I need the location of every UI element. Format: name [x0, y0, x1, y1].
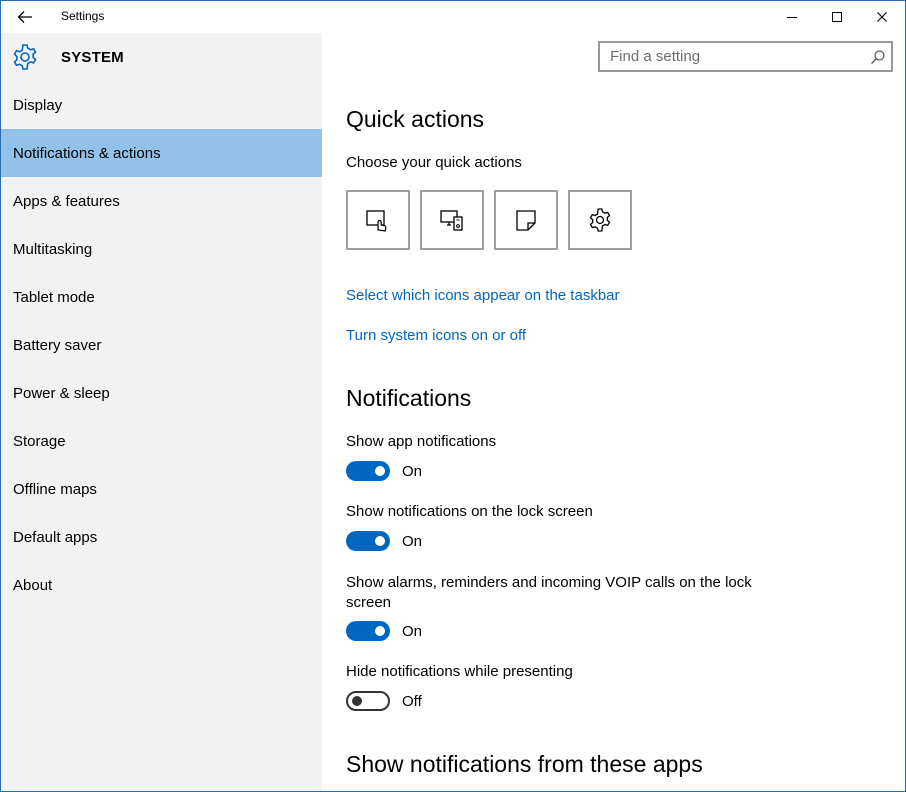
sidebar-item-label: Battery saver — [13, 336, 102, 354]
sidebar-item-label: Tablet mode — [13, 288, 95, 306]
sidebar-item-battery-saver[interactable]: Battery saver — [1, 321, 322, 369]
sidebar-item-offline-maps[interactable]: Offline maps — [1, 465, 322, 513]
sidebar-item-power-sleep[interactable]: Power & sleep — [1, 369, 322, 417]
settings-gear-icon — [589, 208, 611, 232]
sidebar-item-display[interactable]: Display — [1, 81, 322, 129]
apps-notifications-heading: Show notifications from these apps — [346, 751, 703, 777]
setting-label-app-notifications: Show app notifications — [346, 433, 497, 450]
sidebar-item-notifications-actions[interactable]: Notifications & actions — [1, 129, 322, 177]
toggle-knob — [352, 696, 362, 706]
close-button[interactable] — [859, 1, 905, 33]
sidebar-item-label: Offline maps — [13, 480, 97, 498]
sidebar-item-label: Storage — [13, 432, 66, 450]
sidebar-item-multitasking[interactable]: Multitasking — [1, 225, 322, 273]
sidebar-item-label: Notifications & actions — [13, 144, 161, 162]
toggle-knob — [375, 626, 385, 636]
settings-header: SYSTEM — [1, 33, 905, 81]
quick-actions-heading: Quick actions — [346, 106, 485, 132]
search-input[interactable] — [600, 43, 850, 70]
connect-project-icon — [440, 210, 463, 231]
quick-action-tile-connect[interactable] — [420, 190, 484, 250]
sidebar-item-tablet-mode[interactable]: Tablet mode — [1, 273, 322, 321]
maximize-button[interactable] — [814, 1, 860, 33]
sidebar-item-label: Display — [13, 96, 63, 114]
sidebar-item-label: Default apps — [13, 528, 98, 546]
search-box[interactable] — [598, 41, 893, 72]
toggle-state-text: On — [402, 463, 423, 480]
setting-label-alarms-voip: Show alarms, reminders and incoming VOIP… — [346, 574, 752, 611]
quick-actions-subheading: Choose your quick actions — [346, 154, 522, 171]
back-arrow-icon — [17, 11, 32, 23]
system-icons-link[interactable]: Turn system icons on or off — [346, 327, 526, 344]
setting-label-lock-screen: Show notifications on the lock screen — [346, 503, 593, 520]
window-title: Settings — [61, 9, 105, 23]
sidebar-item-apps-features[interactable]: Apps & features — [1, 177, 322, 225]
minimize-icon — [787, 17, 797, 18]
quick-action-tile-note[interactable] — [494, 190, 558, 250]
sidebar-item-default-apps[interactable]: Default apps — [1, 513, 322, 561]
quick-action-tile-tablet-mode[interactable] — [346, 190, 410, 250]
toggle-knob — [375, 466, 385, 476]
toggle-lock-screen[interactable] — [346, 531, 390, 551]
settings-window: Settings SYSTEM Display — [0, 0, 906, 792]
maximize-icon — [832, 12, 842, 22]
minimize-button[interactable] — [769, 1, 815, 33]
toggle-state-text: Off — [402, 693, 422, 710]
notifications-heading: Notifications — [346, 385, 472, 411]
system-gear-icon — [13, 44, 37, 70]
sidebar-item-label: Power & sleep — [13, 384, 110, 402]
toggle-state-text: On — [402, 533, 423, 550]
back-button[interactable] — [5, 1, 45, 33]
toggle-hide-presenting[interactable] — [346, 691, 390, 711]
sidebar-item-about[interactable]: About — [1, 561, 322, 609]
close-icon — [877, 12, 887, 22]
section-title: SYSTEM — [61, 49, 124, 66]
setting-label-hide-presenting: Hide notifications while presenting — [346, 663, 573, 680]
sidebar-item-label: Multitasking — [13, 240, 93, 258]
title-bar: Settings — [1, 1, 905, 33]
sidebar-item-storage[interactable]: Storage — [1, 417, 322, 465]
note-icon — [516, 210, 536, 231]
tablet-mode-icon — [366, 210, 387, 232]
toggle-app-notifications[interactable] — [346, 461, 390, 481]
toggle-alarms-voip[interactable] — [346, 621, 390, 641]
sidebar-nav: Display Notifications & actions Apps & f… — [1, 81, 322, 609]
sidebar-item-label: Apps & features — [13, 192, 120, 210]
quick-action-tile-settings[interactable] — [568, 190, 632, 250]
sidebar-item-label: About — [13, 576, 53, 594]
toggle-state-text: On — [402, 623, 423, 640]
taskbar-icons-link[interactable]: Select which icons appear on the taskbar — [346, 287, 620, 304]
toggle-knob — [375, 536, 385, 546]
search-icon[interactable] — [870, 49, 886, 65]
